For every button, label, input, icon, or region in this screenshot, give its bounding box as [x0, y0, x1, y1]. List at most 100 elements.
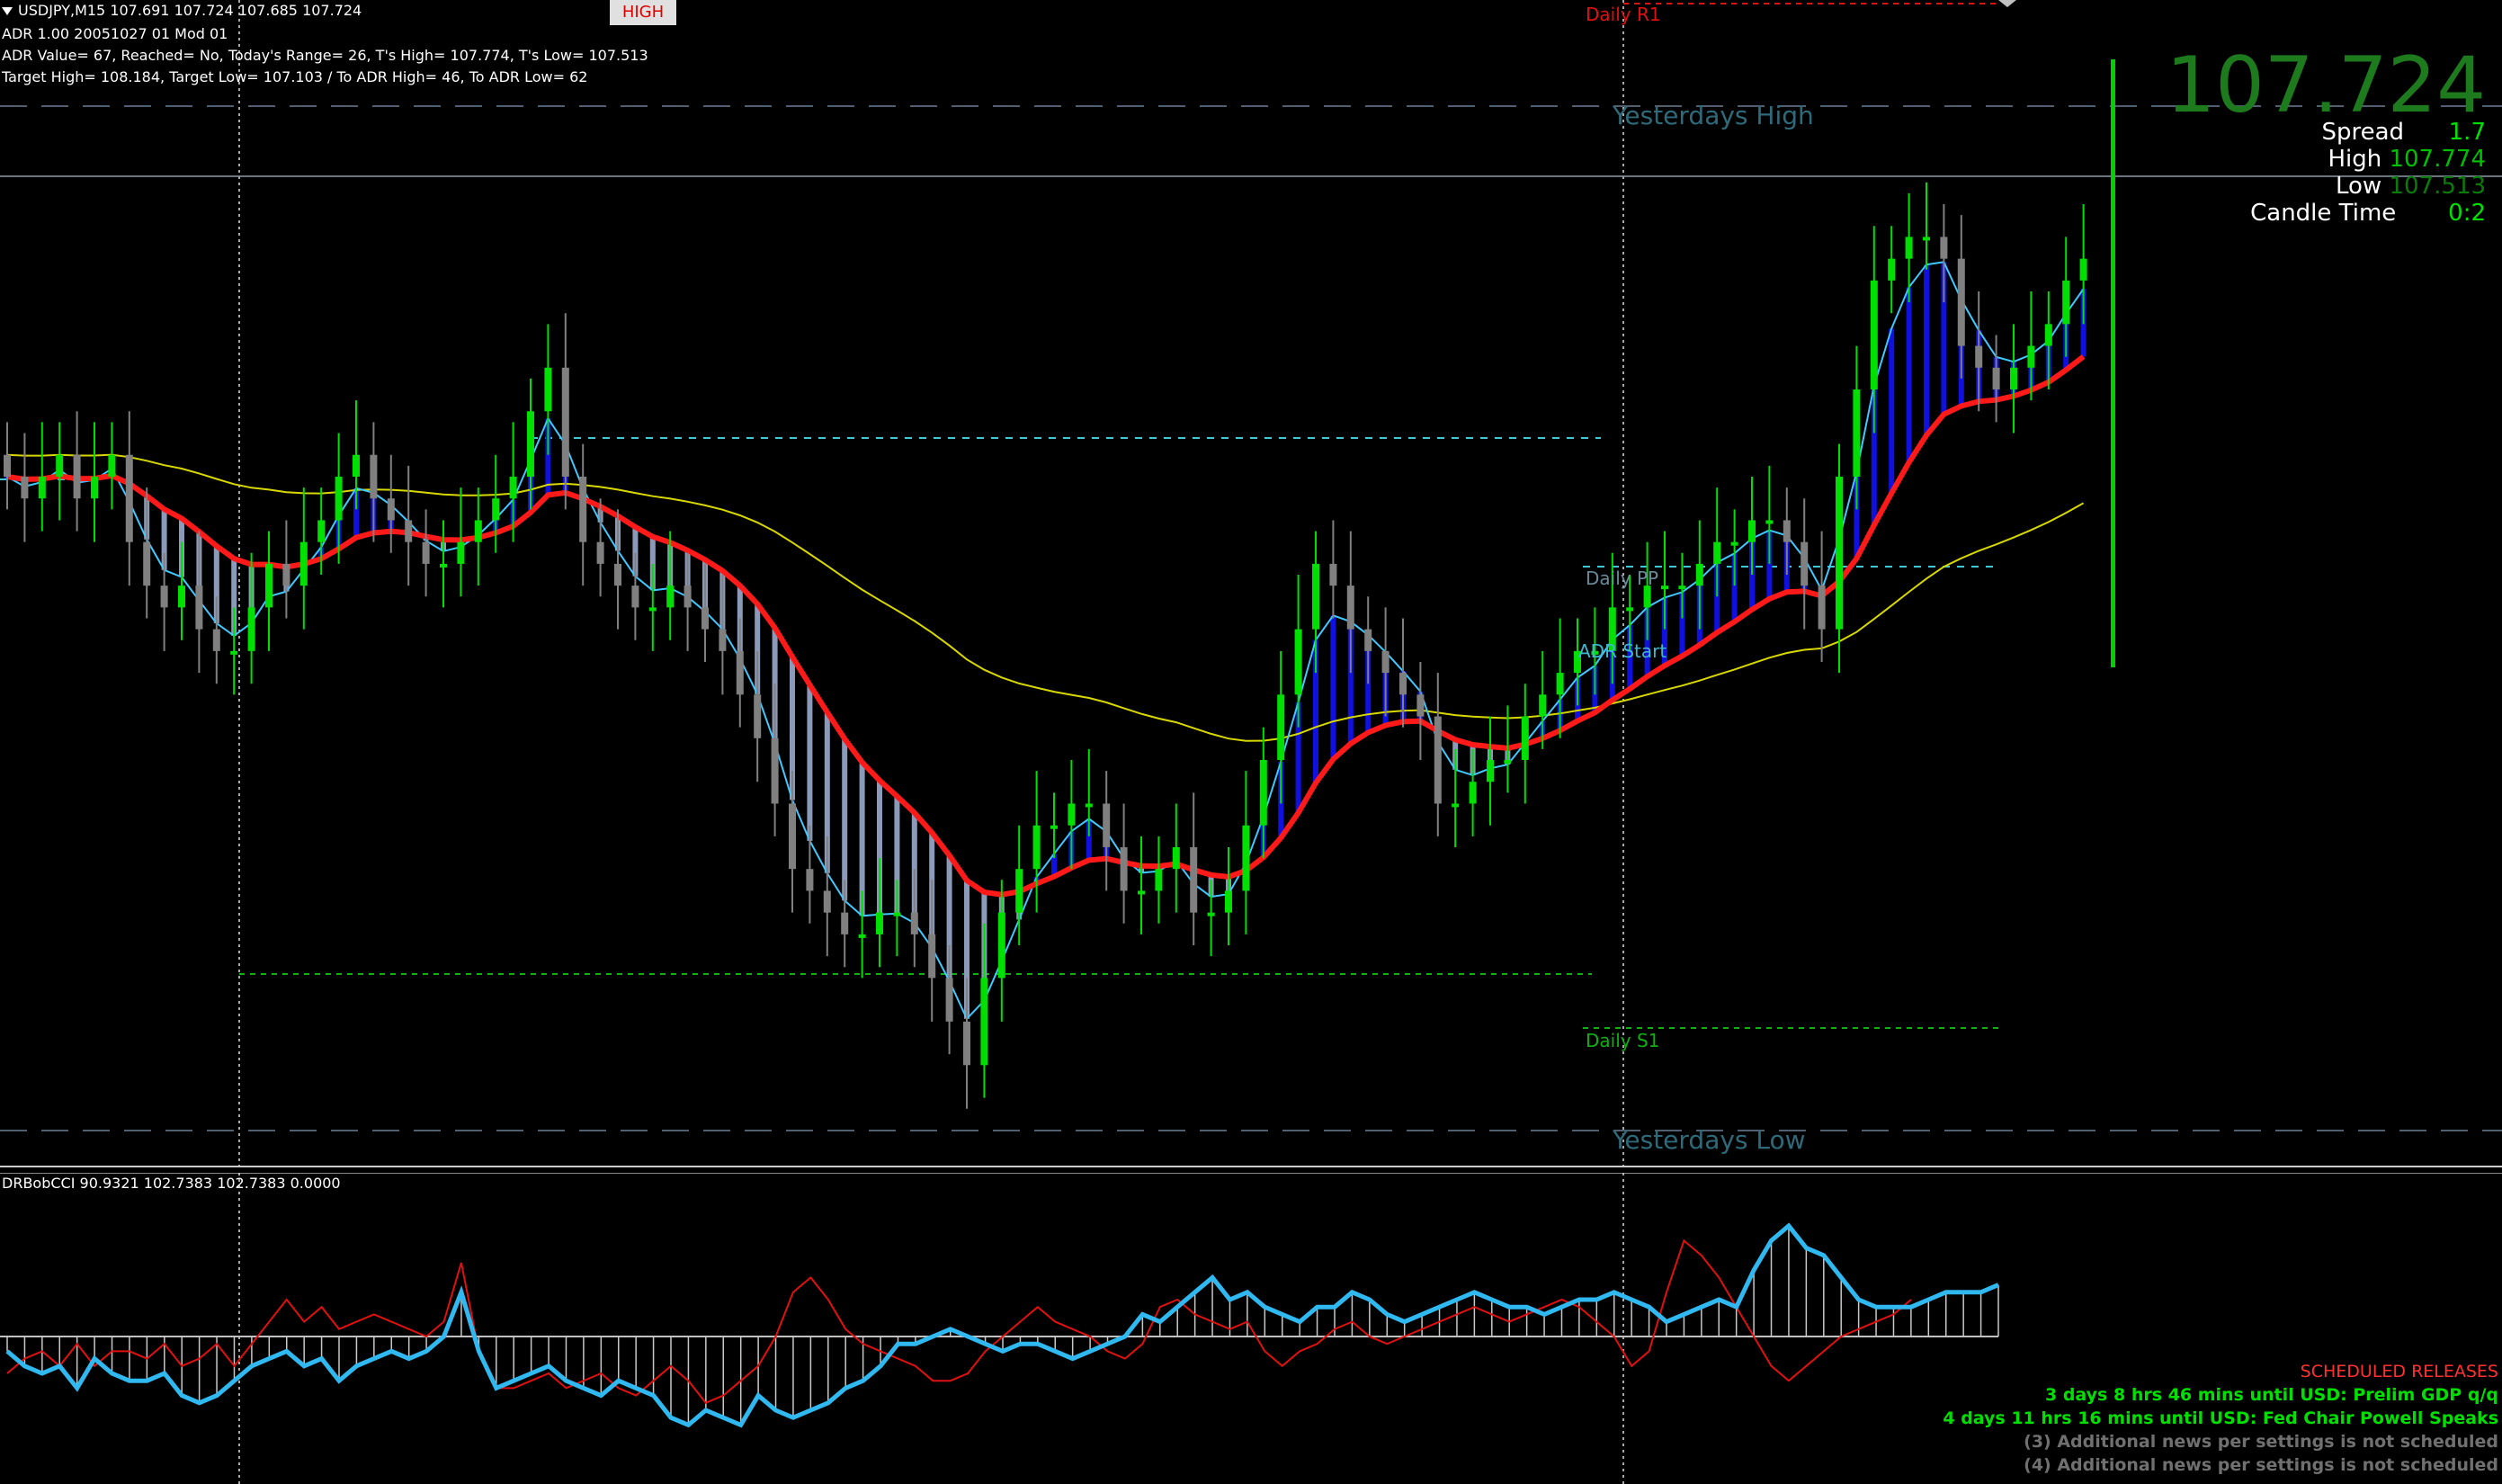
candle-body	[265, 563, 273, 608]
candle-body	[1748, 520, 1756, 542]
candle-body	[1416, 694, 1425, 717]
candle-body	[1713, 541, 1721, 564]
candle-body	[178, 586, 185, 608]
candle-body	[1539, 694, 1547, 717]
fill-bar	[1924, 264, 1929, 436]
spread-row: Spread 1.7	[2321, 119, 2486, 146]
fill-bar	[807, 684, 813, 841]
candle-body	[1521, 716, 1529, 761]
candle-body	[1469, 782, 1477, 804]
news-item-2: 4 days 11 hrs 16 mins until USD: Fed Cha…	[1943, 1408, 2498, 1428]
candles	[4, 182, 2087, 1109]
news-item-4: (4) Additional news per settings is not …	[2024, 1455, 2498, 1475]
candle-body	[1923, 237, 1930, 241]
candle-body	[160, 586, 168, 608]
candle-body	[910, 912, 918, 934]
price-chart[interactable]	[0, 0, 2502, 1166]
candle-body	[1940, 237, 1948, 259]
low-value: 107.513	[2389, 173, 2486, 200]
news-title: SCHEDULED RELEASES	[2300, 1362, 2498, 1381]
cyan-moving-average	[6, 261, 2085, 1021]
candle-body	[1661, 586, 1668, 590]
candle-body	[1068, 803, 1076, 826]
candle-body	[631, 586, 639, 608]
heiken-fill	[4, 262, 2086, 1019]
candle-body	[1626, 607, 1634, 612]
candle-body	[544, 367, 552, 412]
candle-body	[91, 476, 98, 499]
candle-body	[1801, 541, 1809, 586]
candle-body	[666, 586, 675, 608]
adr-value-info: ADR Value= 67, Reached= No, Today's Rang…	[2, 47, 648, 64]
candle-body	[1730, 541, 1738, 546]
candle-body	[928, 934, 936, 979]
fill-bar	[1889, 328, 1895, 494]
candle-body	[1992, 367, 2000, 390]
candle-body	[527, 411, 534, 477]
fill-bar	[842, 738, 848, 901]
high-row: High 107.774	[2328, 146, 2486, 173]
candle-body	[1242, 825, 1250, 891]
daily-r1-label: Daily R1	[1586, 4, 1661, 25]
candle-body	[1050, 825, 1058, 829]
candle-body	[945, 978, 953, 1022]
candle-body	[1172, 846, 1180, 870]
candle-body	[2027, 345, 2035, 368]
cci-signal-line	[6, 1238, 1912, 1405]
candle-body	[1783, 520, 1791, 542]
candle-body	[980, 978, 988, 1066]
candle-body	[1888, 258, 1896, 281]
candle-body	[684, 586, 692, 608]
candle-body	[1434, 716, 1442, 804]
candle-body	[2079, 258, 2087, 281]
candle-body	[1259, 760, 1267, 826]
candle-body	[56, 454, 64, 477]
candle-body	[858, 934, 866, 938]
candle-body	[1120, 846, 1128, 891]
low-row: Low 107.513	[2336, 173, 2486, 200]
current-price: 107.724	[2166, 40, 2486, 130]
candle-body	[1836, 476, 1843, 630]
candle-body	[1695, 563, 1703, 586]
candle-body	[1853, 389, 1861, 477]
spread-value: 1.7	[2448, 119, 2486, 146]
candle-body	[1381, 650, 1390, 674]
candle-body	[1138, 890, 1145, 895]
fill-bar	[1330, 615, 1336, 760]
candle-body	[1678, 586, 1686, 590]
candle-body	[1818, 586, 1826, 630]
candle-body	[143, 541, 151, 586]
candle-body	[38, 476, 46, 499]
candle-time-value: 0:2	[2448, 200, 2486, 227]
candle-body	[1504, 760, 1512, 764]
candle-body	[247, 607, 255, 651]
candle-body	[440, 563, 447, 568]
candle-body	[1556, 673, 1564, 695]
candle-body	[492, 498, 500, 521]
daily-s1-label: Daily S1	[1586, 1030, 1660, 1051]
symbol-info: USDJPY,M15 107.691 107.724 107.685 107.7…	[2, 0, 362, 22]
candle-body	[1905, 237, 1913, 259]
cci-histogram	[6, 1226, 1999, 1426]
chart-window[interactable]: USDJPY,M15 107.691 107.724 107.685 107.7…	[0, 0, 2502, 1484]
candle-body	[422, 541, 430, 564]
dropdown-icon[interactable]	[2, 7, 13, 15]
candle-body	[719, 629, 727, 651]
candle-body	[125, 454, 133, 542]
candle-body	[893, 912, 901, 916]
r1-marker-icon	[1998, 0, 2016, 7]
news-item-1: 3 days 8 hrs 46 mins until USD: Prelim G…	[2045, 1385, 2498, 1405]
candle-body	[353, 454, 360, 477]
candle-body	[579, 476, 587, 542]
candle-body	[1015, 869, 1023, 913]
candle-body	[1975, 345, 1983, 368]
candle-body	[806, 869, 814, 891]
yesterdays-high-label: Yesterdays High	[1613, 101, 1814, 130]
fill-bar	[1906, 287, 1912, 463]
candle-body	[474, 520, 482, 542]
candle-body	[335, 476, 343, 521]
candle-body	[282, 563, 290, 586]
candle-body	[596, 541, 604, 564]
candle-body	[736, 650, 744, 695]
candle-body	[1190, 846, 1198, 913]
